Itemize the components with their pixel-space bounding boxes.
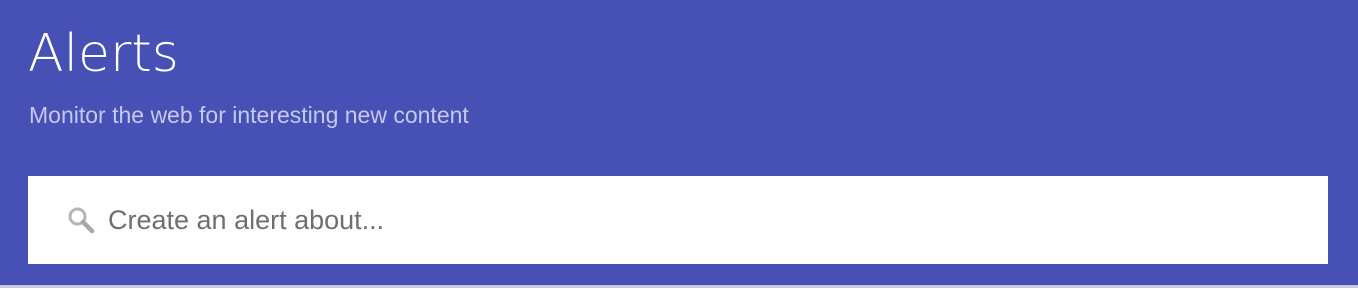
alerts-header: Alerts Monitor the web for interesting n… bbox=[0, 0, 1358, 285]
create-alert-input[interactable] bbox=[108, 200, 1328, 240]
page-subtitle: Monitor the web for interesting new cont… bbox=[29, 102, 469, 128]
create-alert-search-box[interactable] bbox=[28, 176, 1328, 264]
search-icon bbox=[66, 205, 96, 235]
page-title: Alerts bbox=[28, 24, 179, 84]
